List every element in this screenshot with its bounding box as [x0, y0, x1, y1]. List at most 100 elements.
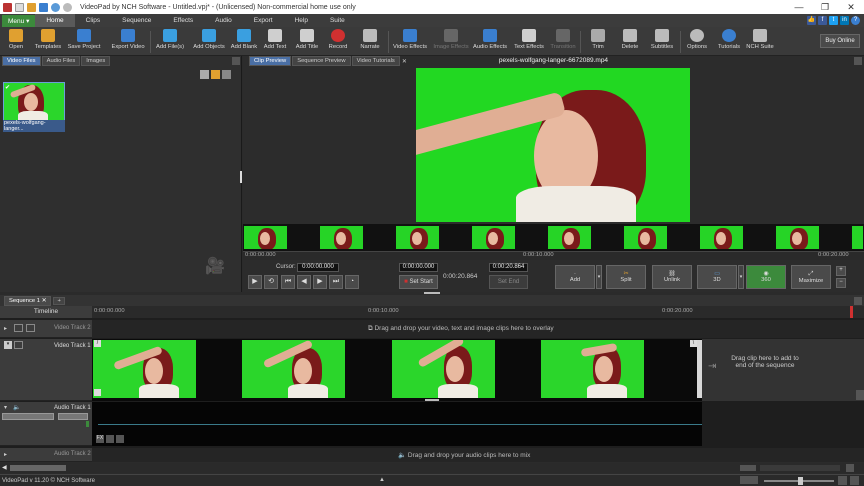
pin-icon[interactable] — [854, 57, 862, 65]
zoom-out-icon[interactable] — [838, 476, 847, 485]
visibility-icon[interactable] — [14, 341, 23, 349]
zoom-fit-icon[interactable] — [846, 464, 854, 472]
tab-help[interactable]: Help — [284, 14, 319, 27]
add-files-button[interactable]: Add File(s) — [150, 29, 190, 50]
scroll-left-icon[interactable]: ◀ — [2, 464, 7, 471]
add-sequence-icon[interactable]: + — [53, 296, 65, 305]
timeline-zoom-slider[interactable] — [760, 465, 840, 471]
zoom-slider-thumb[interactable] — [798, 477, 803, 485]
subtitles-button[interactable]: Subtitles — [642, 29, 682, 50]
folder-icon[interactable] — [211, 70, 220, 79]
twitter-icon[interactable]: t — [829, 16, 838, 25]
expand-up-icon[interactable]: ▲ — [379, 477, 385, 483]
tab-effects[interactable]: Effects — [162, 14, 204, 27]
zoom-in-icon[interactable] — [850, 476, 859, 485]
maximize-button[interactable]: ❐ — [812, 2, 838, 13]
visibility-icon[interactable] — [14, 324, 23, 332]
360-button[interactable]: ◉ 360 — [746, 265, 786, 289]
step-forward-button[interactable]: ▶ — [313, 275, 327, 289]
track-options-icon[interactable] — [26, 324, 35, 332]
set-end-button[interactable]: Set End — [489, 275, 528, 289]
add-dropdown-button[interactable]: ▾ — [596, 265, 602, 289]
timeline-clip[interactable] — [93, 340, 196, 398]
clip-filmstrip[interactable] — [243, 224, 864, 251]
media-thumbnail[interactable]: ✔ — [3, 82, 65, 122]
templates-button[interactable]: Templates — [28, 29, 68, 50]
redo-icon[interactable] — [63, 2, 72, 12]
tab-audio-files[interactable]: Audio Files — [41, 56, 81, 66]
video-effects-button[interactable]: Video Effects — [390, 29, 430, 50]
help-icon[interactable]: ? — [851, 16, 860, 25]
volume-icon[interactable] — [106, 435, 114, 443]
audio-effects-button[interactable]: Audio Effects — [470, 29, 510, 50]
video-preview-frame[interactable] — [416, 68, 690, 222]
scrollbar-thumb[interactable] — [10, 465, 66, 471]
timeline-ruler[interactable]: 0:00:00.000 0:00:10.000 0:00:20.000 — [92, 306, 864, 318]
clip-end-handle[interactable] — [697, 340, 702, 398]
3d-dropdown-button[interactable]: ▾ — [738, 265, 744, 289]
collapse-arrow-icon[interactable]: ▾ — [4, 404, 7, 411]
new-file-icon[interactable] — [15, 2, 24, 12]
main-menu-button[interactable]: Menu ▾ — [2, 14, 36, 27]
end-time-field[interactable]: 0:00:20.864 — [489, 263, 528, 272]
save-project-button[interactable]: Save Project — [64, 29, 104, 50]
link-icon[interactable] — [116, 435, 124, 443]
panel-splitter[interactable] — [240, 171, 242, 183]
panel-resize-handle[interactable] — [424, 292, 440, 294]
tab-video-tutorials[interactable]: Video Tutorials — [351, 56, 400, 66]
pan-slider[interactable] — [58, 413, 88, 420]
pin-icon[interactable] — [232, 57, 240, 65]
track-resize-handle[interactable] — [425, 399, 439, 401]
audio-track-1-lane[interactable]: FX — [92, 402, 702, 446]
save-icon[interactable] — [39, 2, 48, 12]
tab-export[interactable]: Export — [243, 14, 284, 27]
add-to-sequence-button[interactable]: · Add — [555, 265, 595, 289]
timeline-clip[interactable] — [242, 340, 345, 398]
volume-slider[interactable] — [2, 413, 54, 420]
timeline-clip[interactable] — [541, 340, 644, 398]
open-file-icon[interactable] — [27, 2, 36, 12]
zoom-out-icon[interactable]: − — [836, 278, 846, 288]
view-mode-icons[interactable] — [740, 476, 758, 484]
tab-sequence-1[interactable]: Sequence 1 ✕ — [4, 295, 52, 306]
split-button[interactable]: ✂ Split — [606, 265, 646, 289]
append-drop-zone[interactable]: ⇥ Drag clip here to add to end of the se… — [702, 339, 864, 401]
collapse-arrow-icon[interactable]: ▾ — [4, 341, 12, 349]
zoom-in-icon[interactable]: + — [836, 266, 846, 276]
close-tab-icon[interactable]: ✕ — [402, 58, 407, 65]
timeline-scrollbar[interactable] — [856, 390, 864, 400]
unlink-button[interactable]: ⛓ Unlink — [652, 265, 692, 289]
go-end-button[interactable]: ⏭ — [329, 275, 343, 289]
linkedin-icon[interactable]: in — [840, 16, 849, 25]
start-time-field[interactable]: 0:00:00.000 — [399, 263, 438, 272]
tab-audio[interactable]: Audio — [204, 14, 243, 27]
expand-arrow-icon[interactable]: ▸ — [4, 325, 7, 332]
tab-images[interactable]: Images — [81, 56, 111, 66]
speaker-icon[interactable]: 🔈 — [13, 404, 20, 411]
play-button[interactable]: ▶ — [248, 275, 262, 289]
maximize-preview-button[interactable]: ⤢ Maximize — [791, 265, 831, 289]
set-start-button[interactable]: ■ Set Start — [399, 275, 438, 289]
tab-sequence-preview[interactable]: Sequence Preview — [292, 56, 351, 66]
speed-button[interactable]: ◔ — [345, 275, 359, 289]
clip-ruler[interactable]: 0:00:00.000 0:00:10.000 0:00:20.000 — [243, 251, 864, 260]
audio-track-2-lane[interactable]: 🔈 Drag and drop your audio clips here to… — [92, 448, 864, 462]
nch-suite-button[interactable]: NCH Suite — [740, 29, 780, 50]
cursor-time-field[interactable]: 0:00:00.000 — [297, 263, 339, 272]
facebook-icon[interactable]: f — [818, 16, 827, 25]
timeline-clip[interactable] — [392, 340, 495, 398]
step-back-button[interactable]: ◀ — [297, 275, 311, 289]
loop-button[interactable]: ⟲ — [264, 275, 278, 289]
go-start-button[interactable]: ⏮ — [281, 275, 295, 289]
fade-in-icon[interactable] — [94, 389, 101, 396]
tab-sequence[interactable]: Sequence — [111, 14, 162, 27]
export-video-button[interactable]: Export Video — [108, 29, 148, 50]
like-icon[interactable]: 👍 — [807, 16, 816, 25]
tab-video-files[interactable]: Video Files — [2, 56, 41, 66]
tab-home[interactable]: Home — [35, 14, 75, 27]
3d-button[interactable]: ▭ 3D — [697, 265, 737, 289]
transition-button[interactable]: Transition — [543, 29, 583, 50]
transition-end-icon[interactable]: \ — [690, 340, 697, 347]
fx-icon[interactable]: FX — [96, 435, 104, 443]
track-view-buttons[interactable] — [740, 465, 756, 471]
